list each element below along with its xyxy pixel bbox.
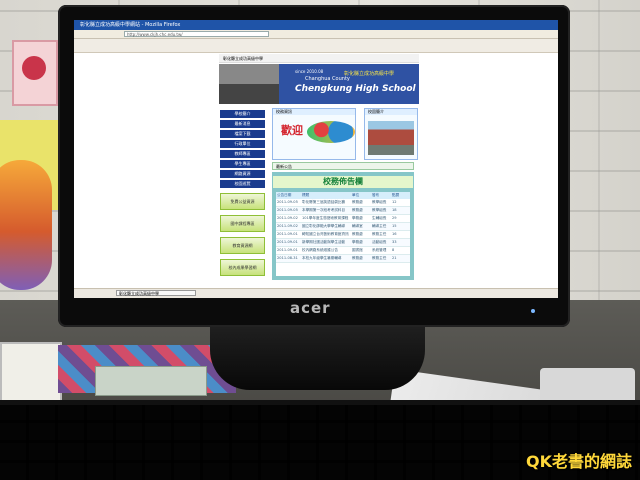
school-banner: since 2010.08 彰化縣立成功高級中學 Changhua County… [219, 64, 419, 104]
nav-item[interactable]: 行政單位 [220, 140, 265, 148]
resource-button[interactable]: 免費公益資源 [220, 193, 265, 210]
browser-title: 彰化縣立成功高級中學網站 - Mozilla Firefox [74, 20, 558, 30]
nav-item[interactable]: 最新消息 [220, 120, 265, 128]
welcome-text: 歡迎 [281, 124, 303, 137]
school-building-image [219, 64, 279, 104]
monitor-brand: acer [290, 299, 331, 317]
bulletin-table: 公告日期 標題 單位 發布 點閱 2011-09-05 彰化縣第三屆英語話劇比賽教… [276, 192, 410, 276]
table-row[interactable]: 2011-09-05 彰化縣第三屆英語話劇比賽 教務處 教學組長 12 [276, 199, 410, 207]
publisher-column: 發布 [372, 193, 380, 197]
news-box-header: 校務資訊 [273, 109, 355, 115]
nav-item[interactable]: 檔案下載 [220, 130, 265, 138]
bulletin-title: 校務佈告欄 [273, 176, 413, 188]
resource-button[interactable]: 教育資源網 [220, 237, 265, 254]
nav-item[interactable]: 網路資源 [220, 170, 265, 178]
website-top-title: 彰化縣立成功高級中學 [219, 54, 419, 63]
campus-box-header: 校園簡介 [365, 109, 417, 115]
banner-chinese-name: 彰化縣立成功高級中學 [344, 71, 395, 77]
bird-logo [307, 121, 355, 143]
table-row[interactable]: 2011-08-31 本校九年級學生暑期輔導 教務處 教務主任 21 [276, 255, 410, 263]
date-column: 公告日期 [277, 193, 292, 197]
table-row[interactable]: 2011-09-02 國立彰化師範大學學生輔導 輔導室 輔導主任 15 [276, 223, 410, 231]
campus-building-icon [368, 121, 414, 155]
mouse-pad [95, 366, 207, 396]
campus-news-box[interactable]: 校務資訊 歡迎 [272, 108, 356, 160]
title-column: 標題 [302, 193, 310, 197]
resource-button[interactable]: 校內成果學習網 [220, 259, 265, 276]
browser-screen[interactable]: 彰化縣立成功高級中學網站 - Mozilla Firefox http://ww… [74, 20, 558, 298]
nav-item[interactable]: 教師專區 [220, 150, 265, 158]
table-header: 公告日期 標題 單位 發布 點閱 [276, 192, 410, 199]
table-row[interactable]: 2011-09-02 101學年度生態藝術教育課程 學務處 生輔組長 29 [276, 215, 410, 223]
watermark-text: QK老書的網誌 [525, 452, 632, 471]
views-column: 點閱 [392, 193, 400, 197]
wall-sticker [12, 40, 58, 106]
taskbar-button[interactable]: 彰化縣立成功高級中學 [116, 290, 196, 296]
power-light [531, 309, 535, 313]
table-row[interactable]: 2011-09-01 轉知國立台灣藝術教育館資訊 教務處 教務主任 16 [276, 231, 410, 239]
nav-item[interactable]: 校園巡覽 [220, 180, 265, 188]
table-row[interactable]: 2011-09-01 新學期社團活動與學生活動 學務處 活動組長 33 [276, 239, 410, 247]
latest-announcements-bar: 最新公告 [272, 162, 414, 170]
banner-county: Changhua County [305, 76, 350, 82]
nav-item[interactable]: 學生專區 [220, 160, 265, 168]
campus-photo-box[interactable]: 校園簡介 [364, 108, 418, 160]
table-row[interactable]: 2011-09-05 本學期第一次段考考試科目 教務處 教學組長 18 [276, 207, 410, 215]
left-navigation: 學校簡介 最新消息 檔案下載 行政單位 教師專區 學生專區 網路資源 校園巡覽 … [220, 108, 265, 278]
nav-item[interactable]: 學校簡介 [220, 110, 265, 118]
monitor-stand [210, 320, 425, 390]
banner-school-name: Chengkung High School [295, 84, 416, 94]
table-row[interactable]: 2011-09-01 校內網路系統維護公告 圖書館 系統管理 8 [276, 247, 410, 255]
banner-since: since 2010.08 [295, 69, 324, 74]
address-bar[interactable]: http://www.ckjh.chc.edu.tw/ [124, 31, 269, 37]
unit-column: 單位 [352, 193, 360, 197]
browser-toolbar [74, 39, 558, 53]
decorative-toy [0, 160, 52, 290]
resource-button[interactable]: 國中課程專區 [220, 215, 265, 232]
